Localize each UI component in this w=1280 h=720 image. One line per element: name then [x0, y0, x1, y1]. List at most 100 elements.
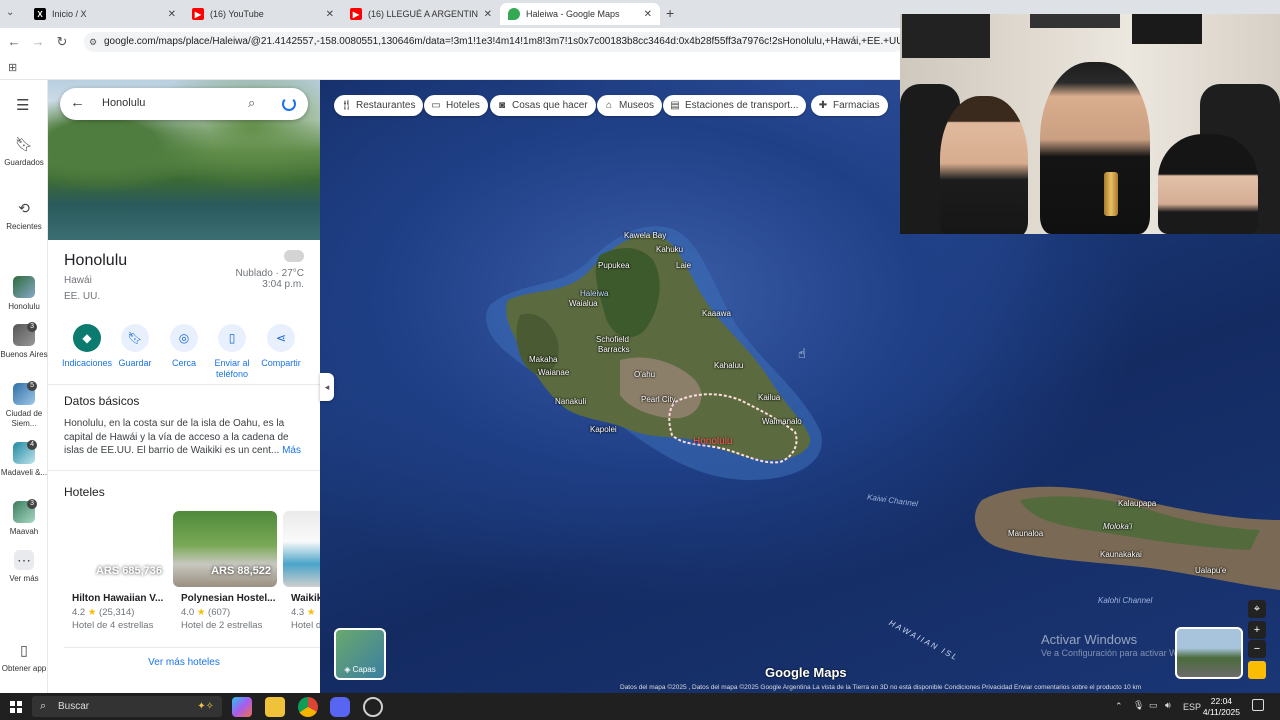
- hotel-card[interactable]: ARS 88,522 Polynesian Hostel... 4.0 ★ (6…: [173, 511, 277, 636]
- chip-museums[interactable]: ⌂ Museos: [597, 95, 663, 116]
- map-label: Kahuku: [656, 245, 684, 254]
- map-label: Kaaawa: [702, 309, 731, 318]
- layers-button[interactable]: ◈ Capas: [334, 628, 386, 680]
- nearby-button[interactable]: ◎ Cerca: [158, 324, 210, 369]
- local-time: 3:04 p.m.: [262, 279, 304, 290]
- rail-item-saved[interactable]: 🔖︎ Guardados: [0, 134, 48, 168]
- search-icon[interactable]: ⌕: [248, 95, 255, 111]
- taskbar-search[interactable]: ⌕ Buscar ✦✧: [32, 696, 222, 717]
- action-label: Cerca: [171, 358, 196, 368]
- more-hotels-link[interactable]: Ver más hoteles: [48, 657, 320, 668]
- chip-restaurants[interactable]: 🍴︎ Restaurantes: [334, 95, 424, 116]
- map-label: Moloka'i: [1103, 522, 1133, 531]
- copilot-icon[interactable]: [232, 697, 252, 717]
- rail-item-madaveli[interactable]: 4 Madaveli &...: [0, 440, 48, 478]
- chip-transit[interactable]: ▤ Estaciones de transport...: [663, 95, 807, 116]
- place-thumbnail: 4: [13, 440, 37, 464]
- volume-icon[interactable]: 🔊︎: [1165, 700, 1171, 711]
- site-info-icon[interactable]: ⚙: [89, 32, 97, 52]
- tab-youtube-video[interactable]: ▶ (16) LLEGUÉ A ARGENTINA... N ✕: [342, 3, 500, 25]
- place-thumbnail: 3: [13, 499, 37, 523]
- microphone-icon[interactable]: 🎙︎: [1133, 700, 1144, 711]
- rail-item-recent[interactable]: ⟲ Recientes: [0, 198, 48, 232]
- rail-item-honolulu[interactable]: Honolulu: [0, 276, 48, 312]
- taskbar-search-label: Buscar: [58, 701, 90, 712]
- rail-item-buenos-aires[interactable]: 3 Buenos Aires: [0, 322, 48, 360]
- search-box[interactable]: ← Honolulu ⌕: [60, 88, 308, 120]
- action-label: Indicaciones: [61, 358, 113, 368]
- zoom-in-button[interactable]: +: [1248, 621, 1266, 639]
- hotel-icon: ▭: [431, 100, 441, 111]
- youtube-logo-icon: ▶: [192, 8, 204, 20]
- street-view-thumbnail[interactable]: [1175, 627, 1243, 679]
- chip-things-to-do[interactable]: ◙ Cosas que hacer: [490, 95, 596, 116]
- send-to-phone-button[interactable]: ▯ Enviar al teléfono: [206, 324, 258, 380]
- map-label: Maunaloa: [1008, 529, 1044, 538]
- share-button[interactable]: ⋖ Compartir: [255, 324, 307, 369]
- new-tab-button[interactable]: +: [666, 5, 674, 21]
- get-app-button[interactable]: ▯ Obtener app: [0, 640, 48, 674]
- rail-item-label: Honolulu: [8, 302, 40, 311]
- rating-value: 4.0: [181, 607, 195, 618]
- rail-item-ciudad[interactable]: 5 Ciudad de Siem...: [0, 381, 48, 429]
- discord-icon[interactable]: [330, 697, 350, 717]
- close-tab-icon[interactable]: ✕: [644, 9, 652, 20]
- file-explorer-icon[interactable]: [265, 697, 285, 717]
- url-text: google.com/maps/place/Haleiwa/@21.414255…: [104, 36, 904, 47]
- hotel-price: ARS 685,736: [95, 565, 162, 577]
- my-location-icon[interactable]: ⌖: [1248, 600, 1266, 618]
- hotel-card[interactable]: Waikik 4.3 ★ Hotel d: [283, 511, 320, 636]
- map-label: Haleiwa: [580, 289, 609, 298]
- chrome-icon[interactable]: [298, 697, 318, 717]
- windows-start-icon[interactable]: [10, 701, 22, 713]
- menu-icon[interactable]: ☰: [16, 96, 29, 114]
- steam-icon[interactable]: [363, 697, 383, 717]
- tab-x[interactable]: X Inicio / X ✕: [26, 3, 184, 25]
- network-icon[interactable]: ▭: [1149, 700, 1158, 711]
- save-button[interactable]: 🔖︎ Guardar: [109, 324, 161, 369]
- museum-icon: ⌂: [605, 100, 613, 111]
- chevron-up-icon[interactable]: ⌃: [1115, 701, 1123, 712]
- close-tab-icon[interactable]: ✕: [326, 9, 334, 20]
- zoom-out-button[interactable]: −: [1248, 640, 1266, 658]
- hotel-price: ARS 88,522: [211, 565, 271, 577]
- count-badge: 3: [27, 499, 37, 509]
- address-bar[interactable]: ⚙ google.com/maps/place/Haleiwa/@21.4142…: [84, 32, 904, 52]
- back-arrow-icon[interactable]: ←: [70, 94, 85, 111]
- action-label: Enviar al teléfono: [214, 358, 250, 379]
- directions-button[interactable]: ◆ Indicaciones: [61, 324, 113, 369]
- hotel-card[interactable]: ARS 685,736 Hilton Hawaiian V... 4.2 ★ (…: [64, 511, 168, 636]
- tab-youtube[interactable]: ▶ (16) YouTube ✕: [184, 3, 342, 25]
- close-tab-icon[interactable]: ✕: [484, 9, 492, 20]
- rating-value: 4.3: [291, 607, 305, 618]
- bookmark-icon: 🔖︎: [15, 136, 33, 152]
- rail-item-maavah[interactable]: 3 Maavah: [0, 499, 48, 537]
- windows-taskbar: ⌕ Buscar ✦✧ ⌃ 🎙︎ ▭ 🔊︎ ESP 22:04 4/11/202…: [0, 693, 1280, 720]
- bookmark-icon: 🔖︎: [121, 324, 149, 352]
- beverage-can: [1104, 172, 1118, 216]
- tab-google-maps[interactable]: Haleiwa - Google Maps ✕: [500, 3, 660, 25]
- chip-hotels[interactable]: ▭ Hoteles: [424, 95, 488, 116]
- apps-grid-icon[interactable]: ⊞: [8, 61, 17, 74]
- hotel-rating: 4.0 ★ (607): [181, 607, 230, 618]
- chip-label: Farmacias: [833, 100, 880, 111]
- tab-search-dropdown-icon[interactable]: ⌄: [6, 7, 14, 18]
- chip-label: Estaciones de transport...: [685, 100, 799, 111]
- notifications-icon[interactable]: [1252, 699, 1264, 711]
- keyboard-language[interactable]: ESP: [1183, 702, 1201, 712]
- collapse-panel-button[interactable]: ◂: [320, 373, 334, 401]
- map-label-honolulu[interactable]: Honolulu: [693, 436, 732, 447]
- taskbar-clock[interactable]: 22:04 4/11/2025: [1203, 696, 1240, 718]
- forward-arrow-icon[interactable]: →: [30, 34, 46, 50]
- map-label: Pupukea: [598, 261, 630, 270]
- back-arrow-icon[interactable]: ←: [6, 34, 22, 50]
- close-tab-icon[interactable]: ✕: [168, 9, 176, 20]
- pegman-icon[interactable]: [1248, 661, 1266, 679]
- search-input[interactable]: Honolulu: [102, 97, 145, 109]
- place-thumbnail: 3: [13, 322, 37, 346]
- rail-item-more[interactable]: ⋯ Ver más: [0, 550, 48, 584]
- reload-icon[interactable]: ↻: [54, 34, 70, 50]
- chip-pharmacies[interactable]: ✚ Farmacias: [811, 95, 888, 116]
- phone-icon: ▯: [218, 324, 246, 352]
- more-link[interactable]: Más: [282, 445, 301, 456]
